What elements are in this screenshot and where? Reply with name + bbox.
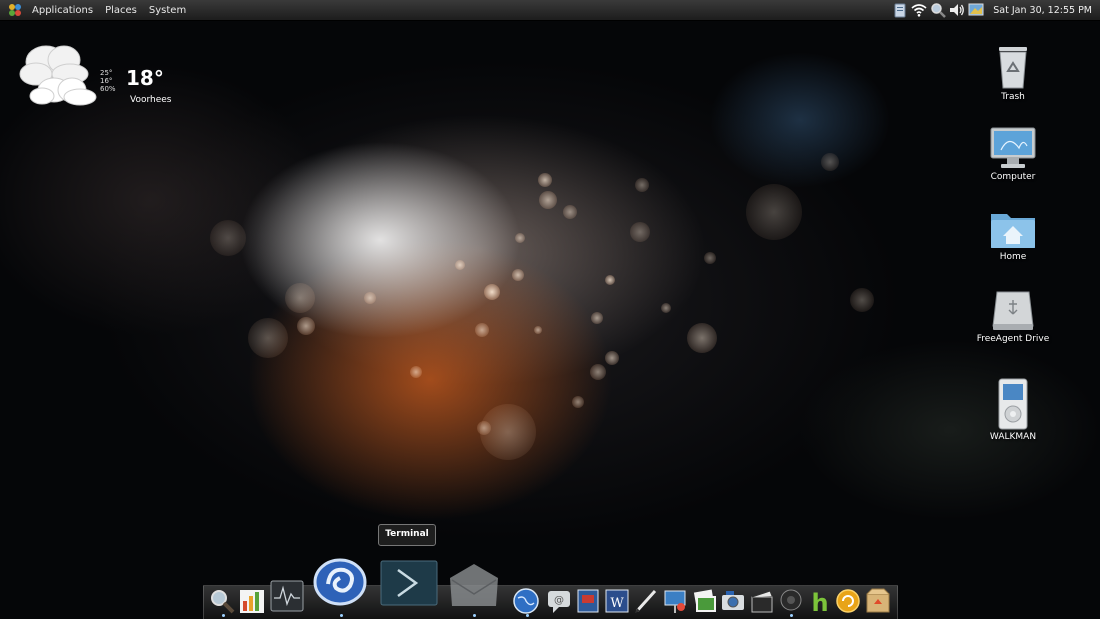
- app-menu-logo-icon[interactable]: [8, 3, 22, 17]
- camera-icon[interactable]: [720, 587, 746, 615]
- bokeh-light: [661, 303, 671, 313]
- browser-swirl-icon[interactable]: [312, 556, 368, 608]
- desktop-icon-walkman[interactable]: WALKMAN: [968, 378, 1058, 442]
- weather-details: 25° 16° 60%: [100, 69, 116, 93]
- cloudy-weather-icon: [19, 45, 97, 106]
- bokeh-light: [364, 292, 376, 304]
- film-icon[interactable]: [749, 587, 775, 615]
- bokeh-light: [512, 269, 524, 281]
- bokeh-light: [605, 351, 619, 365]
- weather-high: 25°: [100, 69, 113, 77]
- search-icon[interactable]: [208, 587, 236, 615]
- updater-icon[interactable]: [835, 587, 861, 615]
- bokeh-light: [572, 396, 584, 408]
- search-icon[interactable]: [930, 2, 947, 18]
- desktop-icon-trash[interactable]: Trash: [968, 44, 1058, 102]
- bokeh-light: [591, 312, 603, 324]
- desktop-icon-computer[interactable]: Computer: [968, 126, 1058, 182]
- bokeh-light: [515, 233, 525, 243]
- bokeh-light: [605, 275, 615, 285]
- weather-widget[interactable]: 25° 16° 60% 18° Voorhees: [18, 40, 188, 110]
- computer-icon: [990, 127, 1036, 168]
- bokeh-light: [746, 184, 802, 240]
- running-indicator: [340, 614, 343, 617]
- desktop-icon-home[interactable]: Home: [968, 206, 1058, 262]
- bokeh-light: [484, 284, 500, 300]
- running-indicator: [222, 614, 225, 617]
- bokeh-light: [248, 318, 288, 358]
- display-icon[interactable]: [968, 2, 984, 18]
- bokeh-light: [475, 323, 489, 337]
- chat-icon[interactable]: @: [545, 587, 573, 615]
- webcam-icon[interactable]: [778, 587, 804, 615]
- globe-browser-icon[interactable]: [512, 587, 540, 615]
- bokeh-light: [477, 421, 491, 435]
- bokeh-light: [590, 364, 606, 380]
- running-indicator: [473, 614, 476, 617]
- bokeh-light: [210, 220, 246, 256]
- bokeh-light: [539, 191, 557, 209]
- desktop-icon-label: WALKMAN: [989, 432, 1037, 442]
- weather-location: Voorhees: [130, 95, 172, 105]
- bokeh-light: [850, 288, 874, 312]
- wifi-icon[interactable]: [911, 2, 927, 18]
- menu-system[interactable]: System: [143, 5, 192, 16]
- pen-icon[interactable]: [633, 587, 659, 615]
- desktop-icon-label: Computer: [990, 172, 1036, 182]
- weather-temperature: 18°: [126, 66, 164, 90]
- menu-places[interactable]: Places: [99, 5, 143, 16]
- bokeh-light: [410, 366, 422, 378]
- bokeh-light: [635, 178, 649, 192]
- bokeh-light: [821, 153, 839, 171]
- bokeh-light: [704, 252, 716, 264]
- presentation-icon[interactable]: [662, 587, 688, 615]
- bokeh-light: [538, 173, 552, 187]
- book-icon[interactable]: [576, 587, 600, 615]
- svg-text:h: h: [811, 589, 828, 615]
- desktop-icon-label: FreeAgent Drive: [976, 334, 1050, 344]
- svg-text:@: @: [554, 595, 564, 606]
- external-drive-icon: [992, 291, 1034, 330]
- desktop-icon-label: Home: [999, 252, 1027, 262]
- menu-applications[interactable]: Applications: [26, 5, 99, 16]
- media-player-icon: [998, 378, 1028, 430]
- package-icon[interactable]: [864, 587, 892, 615]
- svg-text:W: W: [610, 596, 624, 611]
- weather-low: 16°: [100, 77, 113, 85]
- bokeh-light: [455, 260, 465, 270]
- bokeh-light: [297, 317, 315, 335]
- h-app-icon[interactable]: h: [808, 587, 832, 615]
- volume-icon[interactable]: [949, 2, 965, 18]
- chart-app-icon[interactable]: [238, 587, 266, 615]
- weather-humidity: 60%: [100, 85, 116, 93]
- bokeh-light: [563, 205, 577, 219]
- clipboard-icon[interactable]: [892, 2, 908, 18]
- dictionary-icon[interactable]: W: [604, 587, 630, 615]
- desktop-icon-freeagent-drive[interactable]: FreeAgent Drive: [968, 288, 1058, 344]
- dock-tooltip: Terminal: [378, 524, 436, 546]
- desktop-icon-label: Trash: [1001, 92, 1025, 102]
- running-indicator: [526, 614, 529, 617]
- top-panel: Applications Places System Sat Jan 30, 1…: [0, 0, 1100, 21]
- panel-clock[interactable]: Sat Jan 30, 12:55 PM: [993, 5, 1092, 16]
- system-monitor-icon[interactable]: [270, 580, 304, 612]
- photos-icon[interactable]: [691, 587, 717, 615]
- mail-icon[interactable]: [446, 560, 502, 610]
- trash-icon: [999, 47, 1027, 89]
- bokeh-light: [534, 326, 542, 334]
- home-folder-icon: [991, 214, 1035, 248]
- running-indicator: [790, 614, 793, 617]
- bokeh-light: [687, 323, 717, 353]
- terminal-icon[interactable]: [380, 560, 438, 606]
- bokeh-light: [630, 222, 650, 242]
- bokeh-light: [285, 283, 315, 313]
- system-tray: Sat Jan 30, 12:55 PM: [892, 0, 1092, 20]
